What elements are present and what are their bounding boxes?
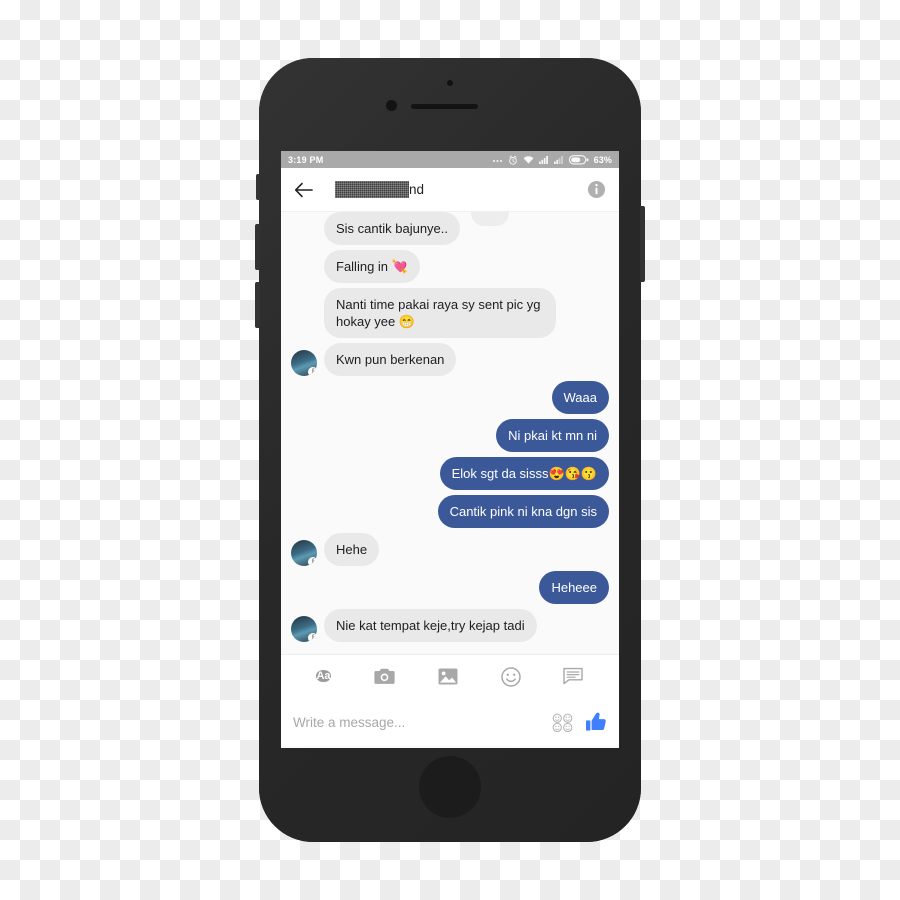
thumbs-up-icon[interactable] <box>585 711 607 733</box>
message-row: f Nie kat tempat keje,try kejap tadi <box>291 609 609 642</box>
avatar[interactable]: f <box>291 540 317 566</box>
facebook-badge-icon: f <box>308 367 317 376</box>
message-bubble[interactable]: Kwn pun berkenan <box>324 343 457 376</box>
contact-name-visible-tail: nd <box>409 182 425 197</box>
message-bubble[interactable]: Nie kat tempat keje,try kejap tadi <box>324 609 537 642</box>
emoji-button[interactable] <box>500 666 521 687</box>
alarm-clock-icon <box>508 155 518 165</box>
message-bubble[interactable]: Waaa <box>551 381 609 414</box>
front-camera-icon <box>386 100 397 111</box>
camera-button[interactable] <box>373 667 395 686</box>
camera-icon <box>373 668 395 684</box>
chat-header: nd <box>281 168 619 212</box>
message-row: Waaa <box>291 381 609 414</box>
message-thread[interactable]: ︶ Sis cantik bajunye.. Falling in 💘 Nanti … <box>281 212 619 654</box>
phone-device: 3:19 PM 63% nd ︶ Sis cantik bajunye.. Fa… <box>255 58 645 842</box>
message-row: Heheee <box>291 571 609 604</box>
contact-name[interactable]: nd <box>335 181 424 198</box>
message-row: f Kwn pun berkenan <box>291 343 609 376</box>
message-bubble[interactable]: Falling in 💘 <box>324 250 420 283</box>
wifi-icon <box>523 155 534 165</box>
back-arrow-icon[interactable] <box>294 182 313 198</box>
facebook-badge-icon: f <box>308 557 317 566</box>
message-row: Falling in 💘 <box>291 250 609 283</box>
silent-switch[interactable] <box>256 174 260 200</box>
composer-toolbar: Aa <box>281 654 619 698</box>
photo-icon <box>438 668 458 685</box>
status-clock: 3:19 PM <box>288 154 324 165</box>
text-format-button[interactable]: Aa <box>316 666 331 687</box>
power-button[interactable] <box>640 206 645 282</box>
message-row: Sis cantik bajunye.. <box>291 212 609 245</box>
message-input[interactable]: Write a message... <box>293 715 552 730</box>
message-row: Ni pkai kt mn ni <box>291 419 609 452</box>
message-bubble[interactable]: Nanti time pakai raya sy sent pic yg hok… <box>324 288 556 338</box>
contact-name-redaction <box>335 181 409 198</box>
sticker-button[interactable] <box>563 667 584 686</box>
facebook-badge-icon: f <box>308 633 317 642</box>
aa-label: Aa <box>316 670 331 682</box>
proximity-sensor-icon <box>447 80 453 86</box>
volume-down-button[interactable] <box>255 282 260 328</box>
avatar-slot: f <box>291 540 324 566</box>
volume-up-button[interactable] <box>255 224 260 270</box>
canvas: 3:19 PM 63% nd ︶ Sis cantik bajunye.. Fa… <box>0 0 900 900</box>
message-bubble[interactable]: Hehe <box>324 533 380 566</box>
messages-container: Sis cantik bajunye.. Falling in 💘 Nanti ti… <box>291 212 609 642</box>
message-bubble[interactable]: Sis cantik bajunye.. <box>324 212 461 245</box>
sticker-note-icon <box>563 667 584 685</box>
message-row: Cantik pink ni kna dgn sis <box>291 495 609 528</box>
signal-bars-secondary-icon <box>553 155 564 164</box>
battery-percent-label: 63% <box>593 154 612 165</box>
message-bubble[interactable]: Elok sgt da sisss😍😘😗 <box>439 457 609 490</box>
composer-input-row[interactable]: Write a message... <box>281 698 619 746</box>
avatar[interactable]: f <box>291 350 317 376</box>
message-bubble[interactable]: Ni pkai kt mn ni <box>496 419 609 452</box>
info-icon[interactable] <box>587 180 606 199</box>
message-row: Nanti time pakai raya sy sent pic yg hok… <box>291 288 609 338</box>
signal-bars-icon <box>538 155 549 164</box>
battery-icon <box>568 154 589 165</box>
phone-screen: 3:19 PM 63% nd ︶ Sis cantik bajunye.. Fa… <box>281 151 619 748</box>
avatar-slot: f <box>291 616 324 642</box>
home-button[interactable] <box>419 756 481 818</box>
message-bubble[interactable]: Cantik pink ni kna dgn sis <box>437 495 609 528</box>
message-row: Elok sgt da sisss😍😘😗 <box>291 457 609 490</box>
avatar[interactable]: f <box>291 616 317 642</box>
message-row: f Hehe <box>291 533 609 566</box>
earpiece-speaker <box>411 104 478 109</box>
more-dots-icon <box>492 154 503 165</box>
sticker-grid-icon[interactable] <box>552 713 573 732</box>
avatar-slot: f <box>291 350 324 376</box>
gallery-button[interactable] <box>438 667 458 686</box>
message-bubble[interactable]: Heheee <box>539 571 609 604</box>
status-bar: 3:19 PM 63% <box>281 151 619 168</box>
smiley-icon <box>500 666 521 687</box>
